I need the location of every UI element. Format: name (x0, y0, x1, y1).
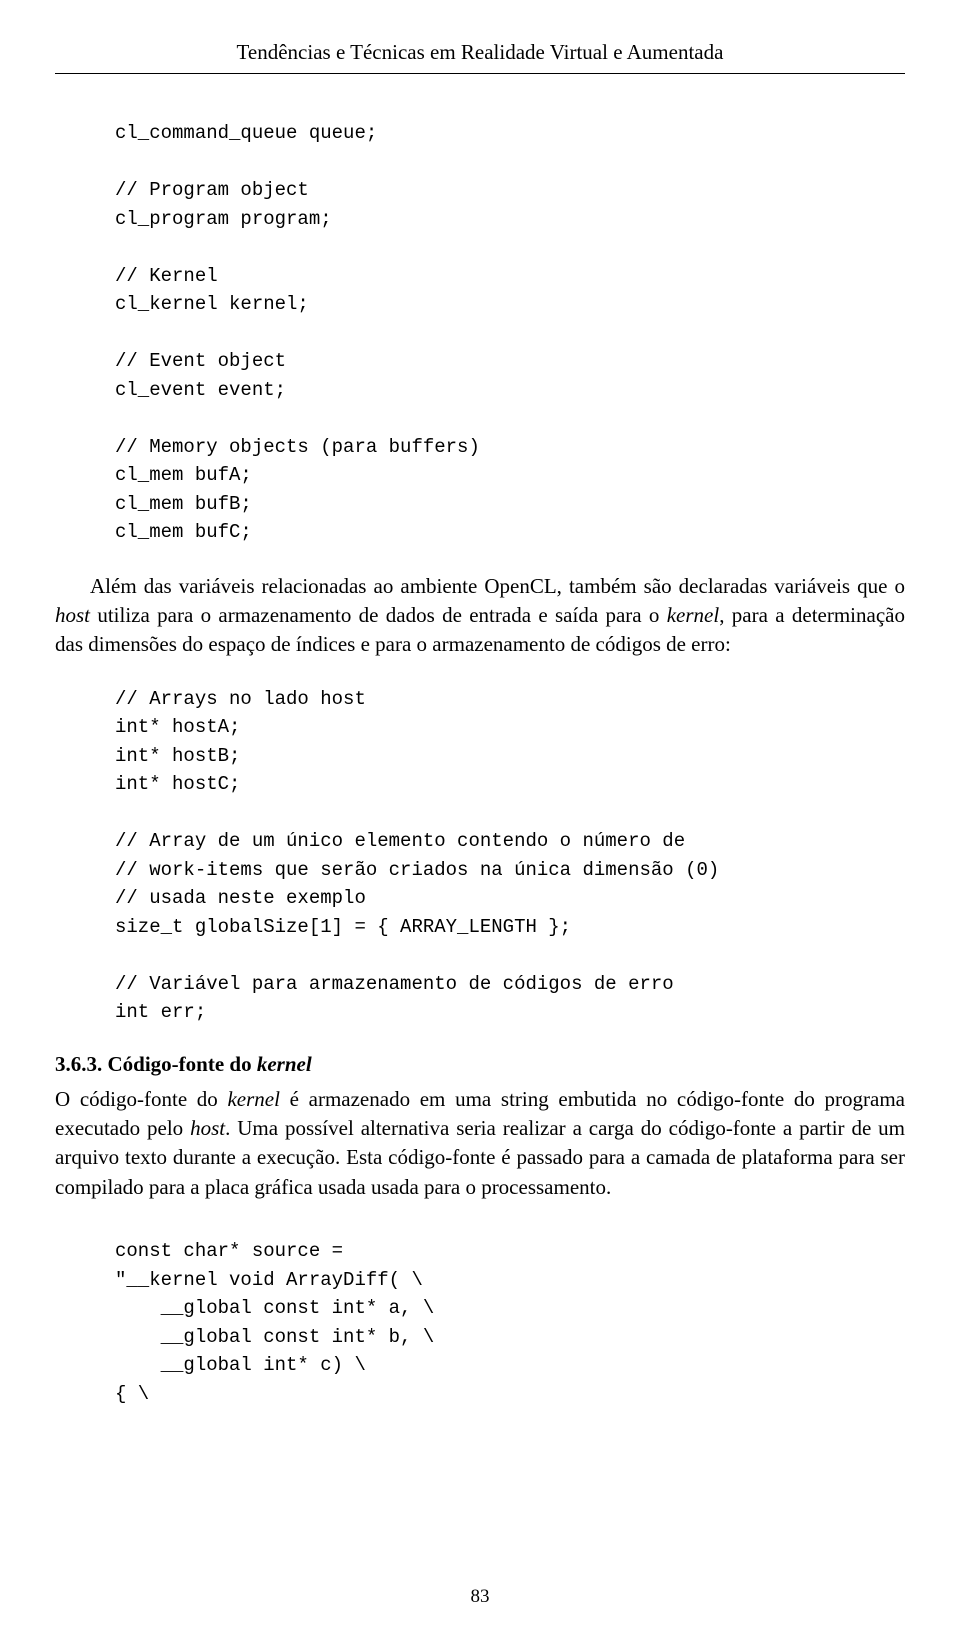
page-content: Tendências e Técnicas em Realidade Virtu… (0, 0, 960, 1483)
paragraph-1: Além das variáveis relacionadas ao ambie… (55, 572, 905, 660)
paragraph-2: O código-fonte do kernel é armazenado em… (55, 1085, 905, 1203)
paragraph-2-text-1: O código-fonte do (55, 1087, 227, 1111)
section-heading: 3.6.3. Código-fonte do kernel (55, 1052, 905, 1077)
code-block-1: cl_command_queue queue; // Program objec… (115, 119, 905, 547)
page-header-title: Tendências e Técnicas em Realidade Virtu… (55, 40, 905, 65)
paragraph-1-italic-2: kernel (667, 603, 719, 627)
page-number: 83 (0, 1586, 960, 1608)
paragraph-2-italic-2: host (190, 1116, 225, 1140)
paragraph-1-text-1: Além das variáveis relacionadas ao ambie… (90, 574, 905, 598)
code-block-2: // Arrays no lado host int* hostA; int* … (115, 685, 905, 1027)
paragraph-1-italic-1: host (55, 603, 90, 627)
section-number: 3.6.3. (55, 1052, 102, 1076)
paragraph-1-text-2: utiliza para o armazenamento de dados de… (90, 603, 667, 627)
code-block-3: const char* source = "__kernel void Arra… (115, 1237, 905, 1408)
page-wrapper: Tendências e Técnicas em Realidade Virtu… (0, 0, 960, 1648)
section-title-prefix: Código-fonte do (108, 1052, 257, 1076)
paragraph-2-italic-1: kernel (227, 1087, 279, 1111)
header-rule (55, 73, 905, 74)
section-title-italic: kernel (257, 1052, 312, 1076)
